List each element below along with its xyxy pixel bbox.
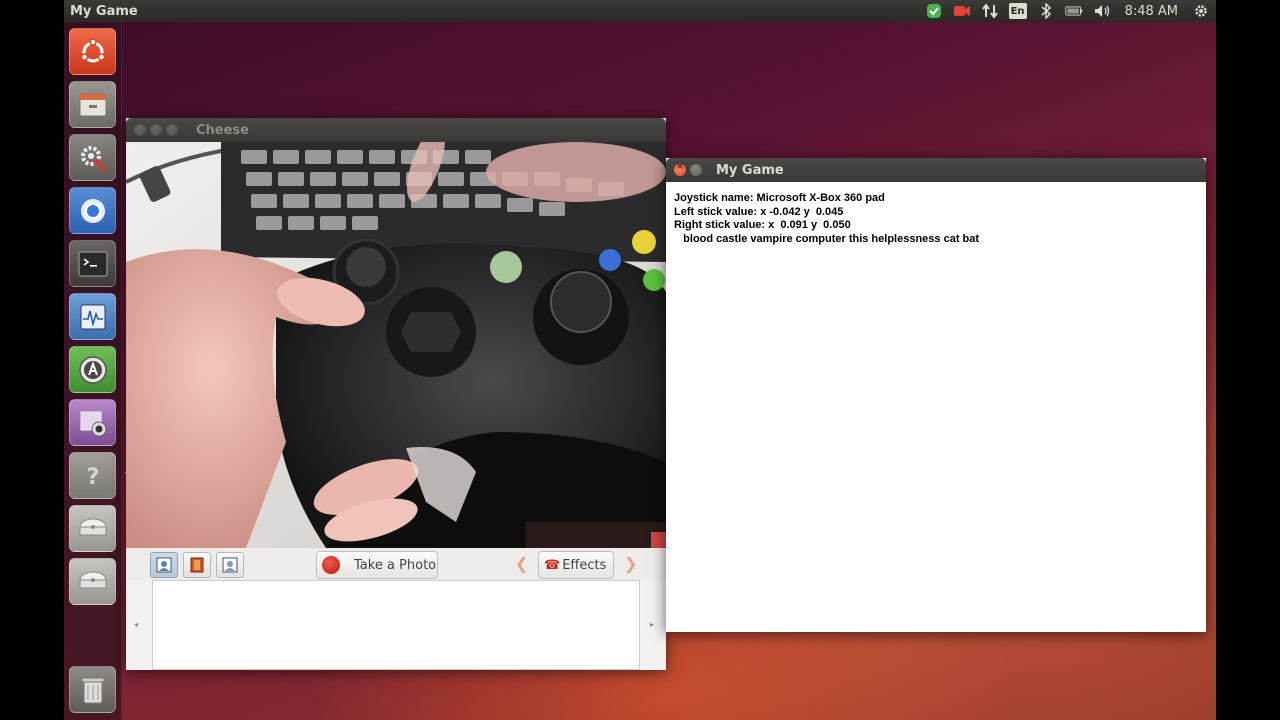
record-icon	[322, 556, 340, 574]
effects-button[interactable]: ☎ Effects	[538, 551, 614, 579]
film-icon	[190, 557, 204, 573]
burst-icon	[222, 557, 238, 573]
cheese-titlebar[interactable]: Cheese	[126, 118, 666, 142]
system-monitor-icon[interactable]	[69, 293, 116, 340]
bluetooth-icon[interactable]	[1037, 3, 1055, 19]
game-output: Joystick name: Microsoft X-Box 360 pad L…	[666, 182, 1206, 256]
top-panel: My Game En 8:48 AM	[64, 0, 1216, 22]
thumbnail-area: ◂ ▸	[126, 580, 666, 670]
cheese-window: Cheese Take a Photo ❮ ☎ Effects ❯ ◂ ▸	[126, 118, 666, 670]
take-photo-button[interactable]: Take a Photo	[316, 551, 438, 579]
active-app-title: My Game	[70, 3, 138, 19]
indicator-area: En 8:48 AM	[925, 0, 1210, 22]
scroll-right-icon[interactable]: ▸	[650, 620, 654, 629]
burst-mode-button[interactable]	[216, 552, 244, 578]
effects-icon: ☎	[544, 557, 561, 573]
camera-recording-icon[interactable]	[953, 3, 971, 19]
cheese-webcam-icon[interactable]	[69, 399, 116, 446]
files-icon[interactable]	[69, 81, 116, 128]
system-settings-icon[interactable]	[69, 134, 116, 181]
maximize-button[interactable]	[166, 124, 178, 136]
left-stick-line: Left stick value: x -0.042 y 0.045	[674, 205, 844, 218]
gear-icon[interactable]	[1192, 3, 1210, 19]
window-title: Cheese	[196, 122, 249, 138]
clock[interactable]: 8:48 AM	[1125, 4, 1178, 19]
desktop: My Game En 8:48 AM ? Cheese Take a Photo…	[64, 0, 1216, 720]
webcam-preview	[126, 142, 666, 548]
battery-icon[interactable]	[1064, 3, 1083, 19]
terminal-icon[interactable]	[69, 240, 116, 287]
joystick-name-line: Joystick name: Microsoft X-Box 360 pad	[674, 192, 885, 204]
network-icon[interactable]	[981, 3, 999, 19]
chevron-right-icon[interactable]: ❯	[624, 554, 637, 573]
svg-text:?: ?	[86, 465, 99, 490]
scroll-left-icon[interactable]: ◂	[134, 620, 138, 629]
software-updater-icon[interactable]	[69, 346, 116, 393]
video-mode-button[interactable]	[183, 552, 211, 578]
photo-icon	[156, 557, 172, 573]
close-button[interactable]	[134, 124, 146, 136]
close-icon: ×	[675, 161, 685, 172]
letterbox-right	[1216, 0, 1280, 720]
chat-icon[interactable]	[925, 3, 943, 19]
keyboard-language-icon[interactable]: En	[1008, 3, 1027, 19]
volume-icon[interactable]	[1093, 3, 1111, 19]
my-game-window: × My Game Joystick name: Microsoft X-Box…	[666, 158, 1206, 632]
thumbnail-strip[interactable]	[152, 580, 640, 670]
window-title: My Game	[716, 162, 784, 178]
launcher: ?	[64, 22, 129, 720]
help-icon[interactable]: ?	[69, 452, 116, 499]
word-text-line: blood castle vampire computer this helpl…	[674, 232, 980, 245]
photo-mode-button[interactable]	[150, 552, 178, 578]
chromium-icon[interactable]	[69, 187, 116, 234]
my-game-titlebar[interactable]: × My Game	[666, 158, 1206, 182]
disk-drive-icon[interactable]	[69, 505, 116, 552]
cheese-toolbar: Take a Photo ❮ ☎ Effects ❯	[126, 548, 666, 580]
minimize-button[interactable]	[150, 124, 162, 136]
trash-icon[interactable]	[69, 666, 116, 713]
minimize-button[interactable]	[690, 164, 702, 176]
ubuntu-dash-icon[interactable]	[69, 28, 116, 75]
chevron-left-icon[interactable]: ❮	[515, 554, 528, 573]
letterbox-left	[0, 0, 64, 720]
disk-drive-icon[interactable]	[69, 558, 116, 605]
take-photo-label: Take a Photo	[354, 557, 437, 573]
effects-label: Effects	[562, 557, 607, 573]
right-stick-line: Right stick value: x 0.091 y 0.050	[674, 219, 851, 231]
close-button[interactable]: ×	[674, 161, 686, 176]
